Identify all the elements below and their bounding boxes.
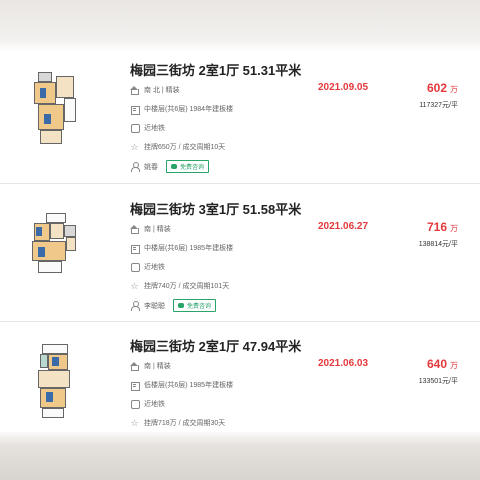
- agent-name[interactable]: 李聪聪: [144, 301, 165, 311]
- house-icon: [130, 361, 139, 371]
- unit-price: 138814元/平: [418, 241, 458, 248]
- unit-price: 117327元/平: [419, 102, 458, 109]
- deal-date: 2021.09.05: [318, 82, 369, 93]
- building-icon: [130, 244, 140, 254]
- metro-row: 近地铁: [130, 399, 165, 409]
- divider: [0, 183, 480, 184]
- metro-icon: [130, 399, 140, 409]
- floor-text: 中楼层(共6层) 1985年建板楼: [144, 245, 234, 252]
- deal-price: 640 万: [427, 355, 458, 373]
- floor-text: 中楼层(共6层) 1984年建板楼: [144, 106, 234, 113]
- house-icon: [130, 85, 139, 95]
- orientation-row: 南 | 精装: [130, 361, 171, 371]
- chat-icon: [178, 303, 184, 308]
- floor-plan-image[interactable]: [24, 211, 90, 299]
- price-value: 640: [426, 357, 447, 371]
- building-icon: [130, 381, 140, 391]
- user-icon: [130, 301, 140, 311]
- listing-info-row: ☆ 挂牌740万 / 成交周期101天: [130, 281, 229, 291]
- listing-info-text: 挂牌718万 / 成交周期30天: [144, 420, 226, 427]
- divider: [0, 321, 480, 322]
- star-icon: ☆: [130, 141, 139, 152]
- free-consult-button[interactable]: 免费咨询: [173, 299, 217, 312]
- listing-card[interactable]: 梅园三街坊 2室1厅 47.94平米 南 | 精装 低楼层(共6层) 1985年…: [0, 328, 480, 432]
- agent-row: 姚春 免费咨询: [130, 160, 210, 173]
- deal-price: 716 万: [427, 218, 458, 236]
- free-consult-button[interactable]: 免费咨询: [166, 160, 210, 173]
- orientation-row: 南 | 精装: [130, 224, 171, 234]
- price-unit: 万: [450, 224, 458, 233]
- metro-row: 近地铁: [130, 262, 165, 272]
- star-icon: ☆: [130, 280, 139, 291]
- consult-label: 免费咨询: [187, 304, 212, 310]
- floor-plan-image[interactable]: [24, 342, 90, 430]
- price-unit: 万: [450, 85, 458, 94]
- floor-row: 低楼层(共6层) 1985年建板楼: [130, 380, 234, 391]
- floor-row: 中楼层(共6层) 1984年建板楼: [130, 104, 234, 115]
- listing-card[interactable]: 梅园三街坊 2室1厅 51.31平米 南 北 | 精装 中楼层(共6层) 198…: [0, 52, 480, 182]
- floor-text: 低楼层(共6层) 1985年建板楼: [144, 382, 234, 389]
- metro-row: 近地铁: [130, 123, 165, 133]
- listing-title[interactable]: 梅园三街坊 2室1厅 51.31平米: [130, 60, 301, 79]
- price-unit: 万: [450, 361, 458, 370]
- listing-card[interactable]: 梅园三街坊 3室1厅 51.58平米 南 | 精装 中楼层(共6层) 1985年…: [0, 191, 480, 321]
- floor-plan-image[interactable]: [24, 66, 90, 154]
- orientation-text: 南 | 精装: [144, 226, 171, 233]
- metro-icon: [130, 262, 140, 272]
- floor-row: 中楼层(共6层) 1985年建板楼: [130, 243, 234, 254]
- listing-title[interactable]: 梅园三街坊 3室1厅 51.58平米: [130, 199, 301, 218]
- listing-info-text: 挂牌740万 / 成交周期101天: [144, 283, 230, 290]
- agent-row: 李聪聪 免费咨询: [130, 299, 217, 312]
- house-icon: [130, 224, 139, 234]
- orientation-text: 南 北 | 精装: [144, 87, 180, 94]
- metro-icon: [130, 123, 140, 133]
- unit-price: 133501元/平: [418, 378, 458, 385]
- orientation-row: 南 北 | 精装: [130, 85, 180, 95]
- user-icon: [130, 162, 140, 172]
- listing-title[interactable]: 梅园三街坊 2室1厅 47.94平米: [130, 336, 301, 355]
- star-icon: ☆: [130, 417, 139, 428]
- metro-text: 近地铁: [144, 264, 165, 271]
- metro-text: 近地铁: [144, 401, 165, 408]
- metro-text: 近地铁: [144, 125, 165, 132]
- deal-date: 2021.06.27: [318, 221, 369, 232]
- deal-date: 2021.06.03: [318, 358, 369, 369]
- listing-info-row: ☆ 挂牌650万 / 成交周期10天: [130, 142, 225, 152]
- deal-list: 梅园三街坊 2室1厅 51.31平米 南 北 | 精装 中楼层(共6层) 198…: [0, 52, 480, 432]
- agent-name[interactable]: 姚春: [144, 162, 158, 172]
- building-icon: [130, 105, 140, 115]
- price-value: 716: [426, 220, 447, 234]
- consult-label: 免费咨询: [180, 165, 205, 171]
- chat-icon: [171, 164, 177, 169]
- orientation-text: 南 | 精装: [144, 363, 171, 370]
- price-value: 602: [426, 81, 447, 95]
- listing-info-row: ☆ 挂牌718万 / 成交周期30天: [130, 418, 225, 428]
- listing-info-text: 挂牌650万 / 成交周期10天: [144, 144, 226, 151]
- deal-price: 602 万: [427, 79, 458, 97]
